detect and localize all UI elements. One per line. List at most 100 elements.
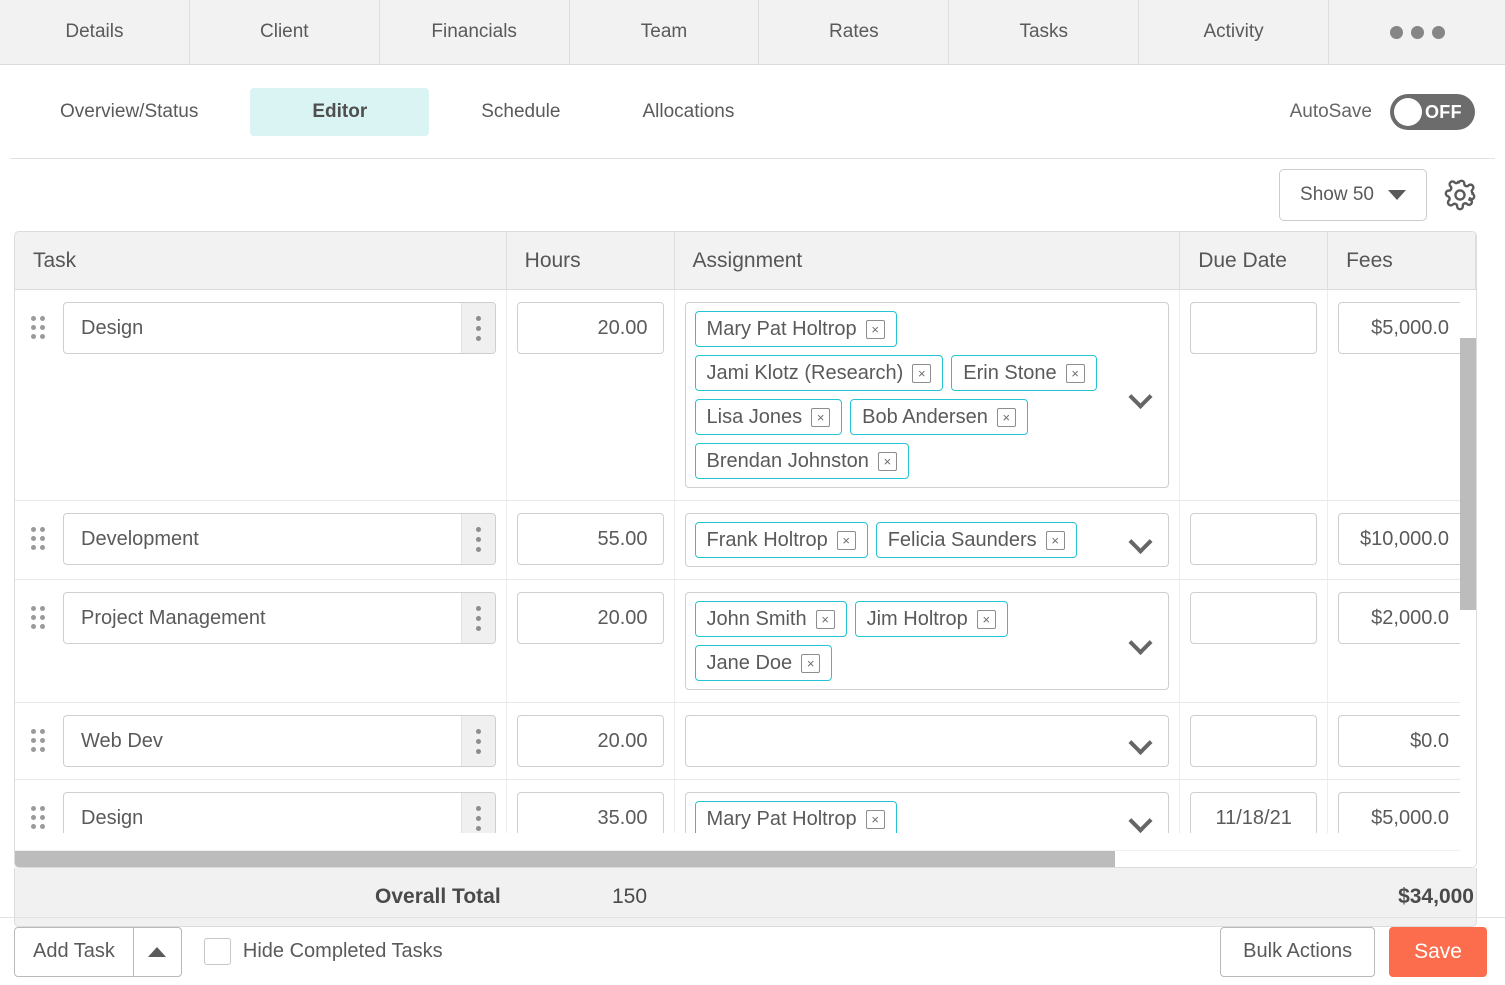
assignment-tag[interactable]: Bob Andersen × [850, 399, 1028, 435]
drag-handle-icon[interactable] [31, 729, 57, 752]
assignment-multiselect[interactable]: John Smith × Jim Holtrop × Jane Doe × [684, 592, 1170, 690]
task-name-input[interactable]: Development [63, 513, 496, 565]
remove-tag-icon[interactable]: × [912, 363, 932, 383]
hide-completed-tasks-control[interactable]: Hide Completed Tasks [203, 938, 443, 965]
assignment-multiselect[interactable]: Frank Holtrop × Felicia Saunders × [684, 513, 1170, 567]
due-date-input[interactable]: 11/18/21 [1190, 792, 1318, 833]
vertical-scrollbar[interactable] [1460, 290, 1476, 867]
add-task-button[interactable]: Add Task [15, 928, 133, 976]
assignment-multiselect[interactable]: Mary Pat Holtrop × [684, 792, 1170, 833]
assignment-tag[interactable]: Erin Stone × [951, 355, 1097, 391]
chevron-down-icon[interactable] [1130, 735, 1152, 748]
ellipsis-icon[interactable] [1329, 0, 1505, 64]
add-task-split-button[interactable]: Add Task [14, 926, 182, 977]
gear-icon[interactable] [1443, 178, 1477, 212]
assignment-tag[interactable]: Mary Pat Holtrop × [694, 311, 897, 347]
assignment-tag[interactable]: Mary Pat Holtrop × [694, 801, 897, 833]
column-header-assignment[interactable]: Assignment [675, 232, 1181, 289]
save-button[interactable]: Save [1389, 926, 1487, 977]
hours-input[interactable]: 20.00 [516, 302, 664, 354]
horizontal-scrollbar[interactable] [15, 850, 1460, 867]
subtab-schedule[interactable]: Schedule [451, 88, 590, 136]
assignment-tag[interactable]: Frank Holtrop × [694, 522, 868, 558]
bulk-actions-button[interactable]: Bulk Actions [1220, 926, 1376, 977]
remove-tag-icon[interactable]: × [811, 407, 831, 427]
horizontal-scrollbar-thumb[interactable] [15, 851, 1115, 867]
hours-input[interactable]: 20.00 [516, 715, 664, 767]
assignment-tag-label: Jim Holtrop [866, 607, 968, 630]
assignment-tag[interactable]: Felicia Saunders × [875, 522, 1077, 558]
subtab-overview-status-label: Overview/Status [60, 101, 199, 122]
due-date-input[interactable] [1190, 513, 1318, 565]
assignment-tag[interactable]: Brendan Johnston × [694, 443, 909, 479]
drag-handle-icon[interactable] [31, 316, 57, 339]
cell-assignment [675, 703, 1181, 779]
drag-handle-icon[interactable] [31, 806, 57, 829]
tab-rates[interactable]: Rates [759, 0, 950, 64]
tab-activity[interactable]: Activity [1139, 0, 1330, 64]
remove-tag-icon[interactable]: × [1065, 363, 1085, 383]
remove-tag-icon[interactable]: × [815, 609, 835, 629]
subtab-allocations[interactable]: Allocations [612, 88, 764, 136]
column-header-hours[interactable]: Hours [507, 232, 675, 289]
due-date-input[interactable] [1190, 715, 1318, 767]
assignment-multiselect[interactable]: Mary Pat Holtrop × Jami Klotz (Research) ×… [684, 302, 1170, 488]
due-date-input[interactable] [1190, 302, 1318, 354]
tab-client[interactable]: Client [189, 0, 380, 64]
column-header-task[interactable]: Task [15, 232, 507, 289]
task-table: Task Hours Assignment Due Date Fees Desi… [14, 231, 1477, 868]
fees-input[interactable]: $5,000.0 [1338, 302, 1465, 354]
task-name-input[interactable]: Design [63, 792, 496, 833]
chevron-down-icon[interactable] [1130, 635, 1152, 648]
task-name-input[interactable]: Design [63, 302, 496, 354]
show-count-dropdown[interactable]: Show 50 [1279, 169, 1427, 221]
tab-details[interactable]: Details [0, 0, 190, 64]
tab-team[interactable]: Team [569, 0, 760, 64]
row-menu-icon[interactable] [460, 793, 495, 833]
column-header-fees[interactable]: Fees [1328, 232, 1476, 289]
remove-tag-icon[interactable]: × [976, 609, 996, 629]
chevron-down-icon[interactable] [1130, 534, 1152, 547]
fees-input[interactable]: $2,000.0 [1338, 592, 1465, 644]
row-menu-icon[interactable] [460, 514, 495, 564]
assignment-tag[interactable]: John Smith × [694, 601, 847, 637]
hours-input[interactable]: 55.00 [516, 513, 664, 565]
assignment-tag[interactable]: Jami Klotz (Research) × [694, 355, 944, 391]
assignment-tag[interactable]: Jane Doe × [694, 645, 833, 681]
autosave-toggle[interactable]: OFF [1390, 94, 1475, 130]
assignment-multiselect[interactable] [684, 715, 1170, 767]
row-menu-icon[interactable] [460, 303, 495, 353]
vertical-scrollbar-thumb[interactable] [1460, 338, 1476, 610]
add-task-dropdown-toggle[interactable] [132, 927, 181, 976]
hide-completed-tasks-checkbox[interactable] [203, 938, 231, 965]
remove-tag-icon[interactable]: × [801, 653, 821, 673]
assignment-tag[interactable]: Lisa Jones × [694, 399, 843, 435]
remove-tag-icon[interactable]: × [877, 451, 897, 471]
hours-input[interactable]: 35.00 [516, 792, 664, 833]
task-name-input[interactable]: Project Management [63, 592, 496, 644]
due-date-input[interactable] [1190, 592, 1318, 644]
chevron-down-icon[interactable] [1130, 813, 1152, 826]
remove-tag-icon[interactable]: × [1045, 530, 1065, 550]
remove-tag-icon[interactable]: × [996, 407, 1016, 427]
task-name-input[interactable]: Web Dev [63, 715, 496, 767]
remove-tag-icon[interactable]: × [865, 809, 885, 829]
drag-handle-icon[interactable] [31, 527, 57, 550]
tab-tasks[interactable]: Tasks [949, 0, 1140, 64]
column-header-due-date[interactable]: Due Date [1180, 232, 1329, 289]
fees-input[interactable]: $10,000.0 [1338, 513, 1465, 565]
remove-tag-icon[interactable]: × [865, 319, 885, 339]
remove-tag-icon[interactable]: × [836, 530, 856, 550]
chevron-down-icon [1387, 190, 1406, 200]
row-menu-icon[interactable] [460, 716, 495, 766]
tab-financials[interactable]: Financials [379, 0, 570, 64]
fees-input[interactable]: $0.0 [1338, 715, 1465, 767]
chevron-down-icon[interactable] [1130, 389, 1152, 402]
row-menu-icon[interactable] [460, 593, 495, 643]
drag-handle-icon[interactable] [31, 606, 57, 629]
subtab-overview-status[interactable]: Overview/Status [30, 88, 228, 136]
assignment-tag[interactable]: Jim Holtrop × [854, 601, 1008, 637]
hours-input[interactable]: 20.00 [516, 592, 664, 644]
fees-input[interactable]: $5,000.0 [1338, 792, 1465, 833]
subtab-editor[interactable]: Editor [250, 88, 430, 136]
